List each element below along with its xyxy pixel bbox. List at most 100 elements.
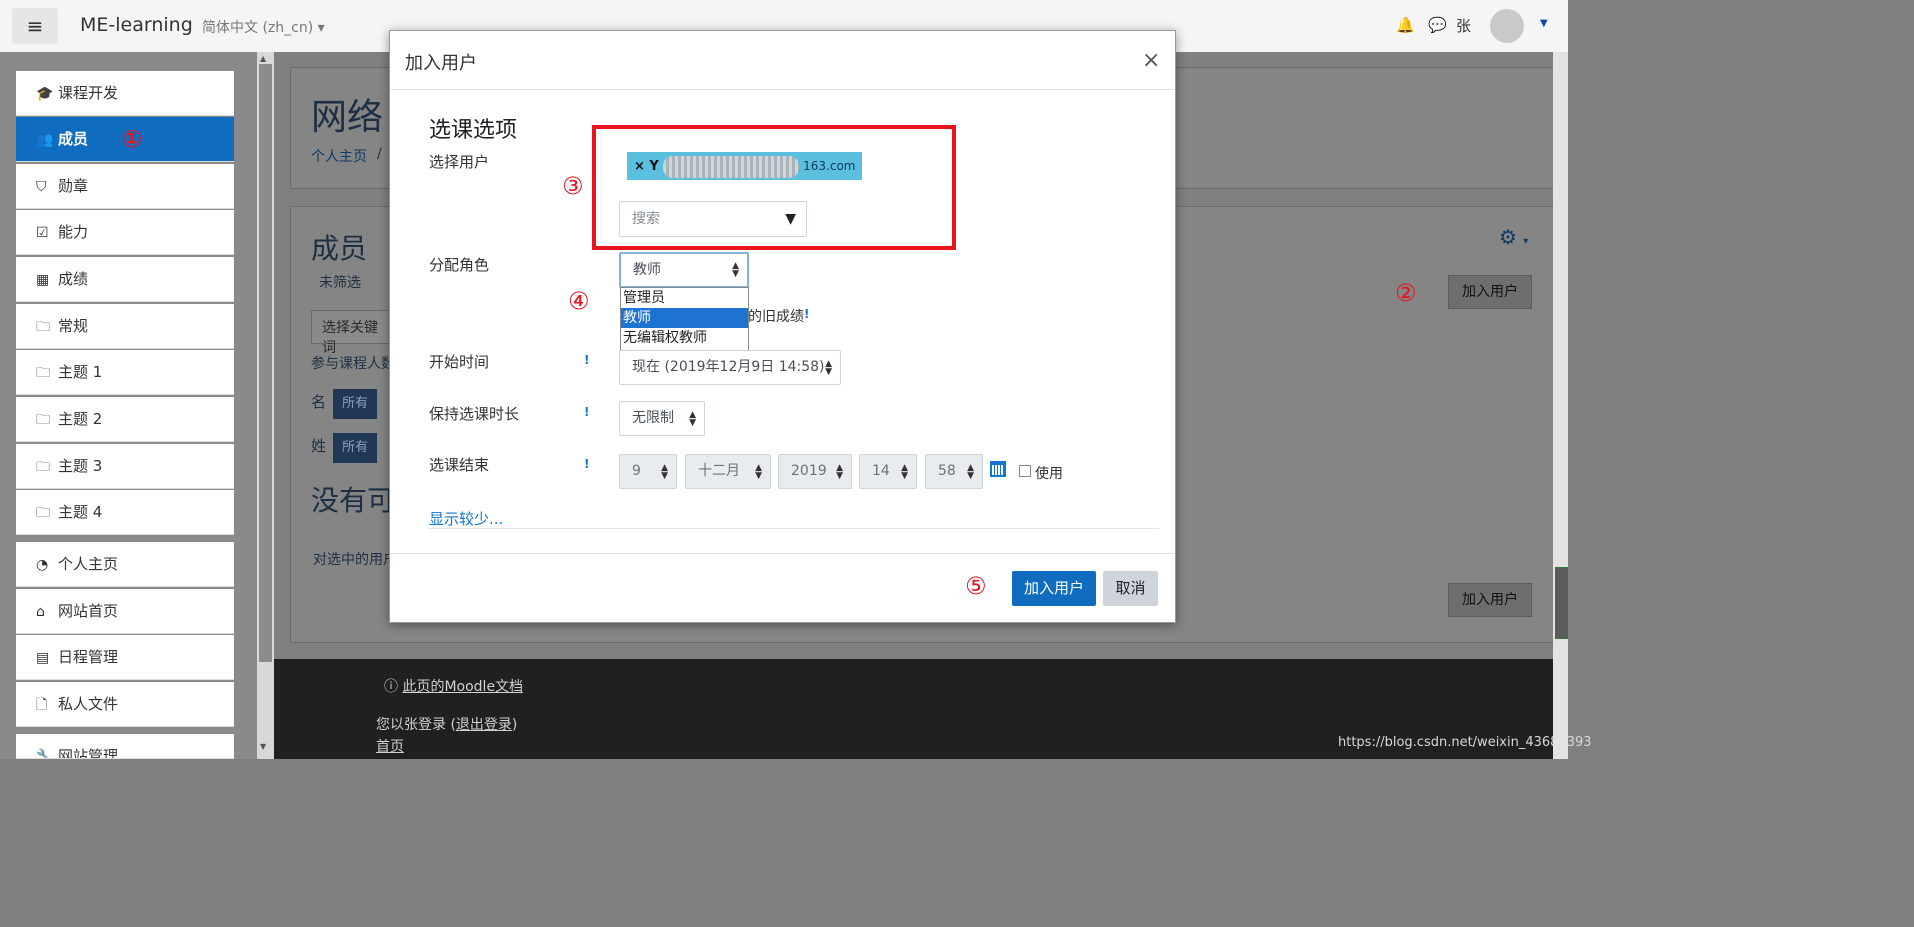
role-option-teacher[interactable]: 教师 [621, 308, 748, 328]
info-icon: ⓘ [384, 679, 398, 695]
drawer-item-site-home[interactable]: ⌂ 网站首页 [16, 589, 234, 634]
sort-arrows-icon: ▲ ▼ [689, 409, 696, 428]
logged-in-user[interactable]: 张 [404, 717, 418, 733]
end-day-select[interactable]: 9 ▲ ▼ [619, 454, 677, 489]
docs-link[interactable]: ⓘ 此页的Moodle文档 [384, 676, 523, 696]
close-icon[interactable]: × [1142, 48, 1160, 73]
page-footer: ⓘ 此页的Moodle文档 您以张登录 (退出登录) 首页 https://bl… [274, 659, 1592, 759]
graduation-cap-icon: 🎓 [36, 86, 54, 102]
drawer-item-course-dev[interactable]: 🎓 课程开发 [16, 71, 234, 116]
enrol-users-button-top[interactable]: 加入用户 [1448, 275, 1532, 309]
dashboard-icon: ◔ [36, 557, 49, 573]
drawer-item-calendar[interactable]: ▤ 日程管理 [16, 635, 234, 680]
scrollbar-thumb[interactable] [1555, 567, 1568, 639]
first-name-all-button[interactable]: 所有 [333, 389, 377, 419]
help-icon[interactable]: ! [804, 307, 809, 321]
scrollbar-thumb[interactable] [259, 64, 272, 662]
avatar[interactable] [1490, 9, 1524, 43]
divider [429, 528, 1159, 529]
help-icon[interactable]: ! [584, 457, 589, 471]
scroll-down-icon[interactable]: ▼ [260, 742, 266, 751]
breadcrumb-separator: / [377, 146, 382, 162]
last-name-all-button[interactable]: 所有 [333, 433, 377, 463]
start-time-select[interactable]: 现在 (2019年12月9日 14:58) ▲ ▼ [619, 350, 841, 385]
show-less-link[interactable]: 显示较少... [429, 508, 503, 529]
end-minute-select[interactable]: 58 ▲ ▼ [925, 454, 983, 489]
drawer-item-dashboard[interactable]: ◔ 个人主页 [16, 542, 234, 587]
drawer-item-site-admin[interactable]: 🔧 网站管理 [16, 734, 234, 759]
end-month-select[interactable]: 十二月 ▲ ▼ [685, 454, 771, 489]
duration-select[interactable]: 无限制 ▲ ▼ [619, 401, 705, 436]
enrol-users-dialog: 加入用户 × 选课选项 选择用户 × Y 163.com 搜索 ▼ ③ 分配角色… [389, 30, 1176, 623]
page-scrollbar[interactable] [1553, 52, 1568, 759]
language-menu[interactable]: 简体中文 (zh_cn) ▾ [202, 17, 325, 37]
drawer-scrollbar[interactable]: ▲ ▼ [257, 52, 274, 759]
calendar-icon[interactable] [990, 461, 1006, 477]
folder-icon: 🗀 [36, 319, 50, 335]
drawer-item-participants[interactable]: 👥 成员 ① [16, 117, 234, 162]
role-select[interactable]: 教师 ▲ ▼ [619, 252, 749, 288]
cancel-button[interactable]: 取消 [1103, 571, 1158, 606]
dialog-footer: ⑤ 加入用户 取消 [390, 553, 1175, 623]
first-name-label: 名 [311, 393, 327, 411]
use-checkbox[interactable] [1019, 465, 1031, 477]
drawer-item-label: 主题 4 [58, 503, 103, 521]
drawer-item-label: 勋章 [58, 177, 89, 195]
hamburger-icon[interactable]: ≡ [12, 8, 58, 44]
bell-icon[interactable]: 🔔 [1396, 16, 1415, 34]
language-label: 简体中文 (zh_cn) [202, 20, 314, 36]
drawer-item-label: 课程开发 [58, 84, 119, 102]
folder-icon: 🗀 [36, 412, 50, 428]
drawer-item-badges[interactable]: ⛉ 勋章 [16, 164, 234, 209]
shield-icon: ⛉ [36, 179, 47, 195]
gear-icon[interactable]: ⚙ ▾ [1499, 225, 1528, 249]
sort-arrows-icon: ▲ ▼ [661, 462, 668, 481]
start-time-value: 现在 (2019年12月9日 14:58) [632, 359, 825, 375]
role-select-value: 教师 [633, 262, 661, 278]
drawer-item-topic-1[interactable]: 🗀 主题 1 [16, 350, 234, 395]
keyword-filter-input[interactable]: 选择关键词 [311, 310, 401, 356]
enrol-users-button-bottom[interactable]: 加入用户 [1448, 583, 1532, 617]
breadcrumb-home[interactable]: 个人主页 [311, 146, 367, 166]
folder-icon: 🗀 [36, 365, 50, 381]
end-hour-select[interactable]: 14 ▲ ▼ [859, 454, 917, 489]
submit-enrol-button[interactable]: 加入用户 [1012, 571, 1096, 606]
duration-value: 无限制 [632, 410, 674, 426]
drawer-item-grades[interactable]: ▦ 成绩 [16, 257, 234, 302]
user-name[interactable]: 张 [1456, 15, 1471, 36]
drawer-item-competencies[interactable]: ☑ 能力 [16, 210, 234, 255]
annotation-marker-4: ④ [568, 287, 590, 315]
drawer-item-label: 网站管理 [58, 747, 119, 759]
chat-icon[interactable]: 💬 [1428, 16, 1447, 34]
help-icon[interactable]: ! [584, 353, 589, 367]
end-year-value: 2019 [791, 463, 827, 479]
drawer-item-general[interactable]: 🗀 常规 [16, 304, 234, 349]
end-minute-value: 58 [938, 463, 956, 479]
drawer-item-label: 能力 [58, 223, 89, 241]
drawer-item-topic-2[interactable]: 🗀 主题 2 [16, 397, 234, 442]
end-year-select[interactable]: 2019 ▲ ▼ [778, 454, 852, 489]
drawer-item-private-files[interactable]: 🗋 私人文件 [16, 682, 234, 727]
users-icon: 👥 [36, 132, 54, 148]
drawer-item-topic-3[interactable]: 🗀 主题 3 [16, 444, 234, 489]
site-brand[interactable]: ME-learning [80, 14, 193, 36]
help-icon[interactable]: ! [584, 405, 589, 419]
home-icon: ⌂ [36, 604, 45, 620]
recover-grades-label: 的旧成绩 [748, 309, 804, 325]
sort-arrows-icon: ▲ ▼ [967, 462, 974, 481]
docs-link-text: 此页的Moodle文档 [402, 679, 524, 695]
footer-home-link[interactable]: 首页 [376, 736, 404, 756]
logged-in-suffix: 登录 ( [418, 717, 456, 733]
sort-arrows-icon: ▲ ▼ [755, 462, 762, 481]
role-option-noneditingteacher[interactable]: 无编辑权教师 [621, 328, 748, 348]
drawer-item-topic-4[interactable]: 🗀 主题 4 [16, 490, 234, 535]
assign-role-label: 分配角色 [429, 256, 490, 274]
annotation-marker-2: ② [1395, 279, 1417, 307]
logout-link[interactable]: 退出登录 [456, 717, 512, 733]
chevron-down-icon: ▾ [317, 20, 325, 36]
dialog-title: 加入用户 [405, 53, 477, 74]
annotation-marker-5: ⑤ [965, 572, 987, 600]
scroll-up-icon[interactable]: ▲ [260, 54, 266, 63]
chevron-down-icon[interactable]: ▼ [1540, 18, 1548, 29]
role-option-manager[interactable]: 管理员 [621, 288, 748, 308]
